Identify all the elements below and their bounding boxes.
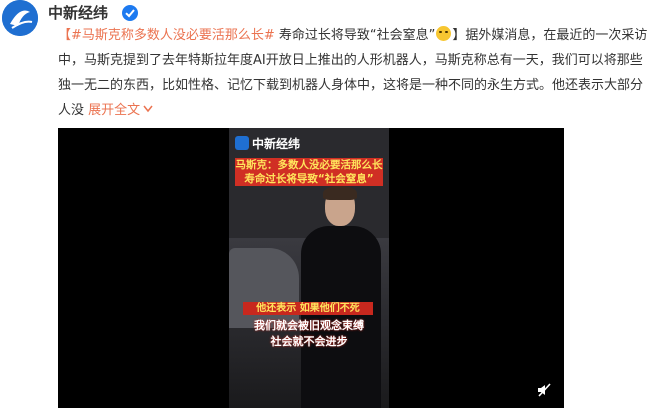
cnfinance-logo-icon [2, 0, 38, 36]
person-figure [301, 186, 381, 408]
post-text: 【#马斯克称多数人没必要活那么长# 寿命过长将导致“社会窒息” 】据外媒消息，在最… [58, 23, 648, 123]
chevron-down-icon [143, 105, 153, 113]
video-player[interactable]: 中新经纬 马斯克：多数人没必要活那么长 寿命过长将导致“社会窒息” 他还表示 如… [58, 128, 564, 408]
expand-label: 展开全文 [88, 103, 141, 118]
video-caption: 马斯克：多数人没必要活那么长 寿命过长将导致“社会窒息” [235, 158, 383, 186]
person-body [301, 226, 381, 408]
account-name[interactable]: 中新经纬 [48, 3, 108, 23]
avatar[interactable] [2, 0, 38, 36]
subtitle-2: 我们就会被旧观念束缚 [254, 319, 364, 332]
expand-full-text-link[interactable]: 展开全文 [88, 103, 153, 118]
post-text-part1: 寿命过长将导致“社会窒息” [274, 28, 436, 43]
verified-check-icon [122, 5, 138, 21]
video-logo: 中新经纬 [235, 134, 300, 152]
caption-line1: 马斯克：多数人没必要活那么长 [235, 158, 383, 172]
car-shape [229, 248, 299, 328]
hashtag-link[interactable]: 【#马斯克称多数人没必要活那么长# [58, 28, 275, 43]
grimace-emoji-icon [436, 26, 452, 41]
video-logo-text: 中新经纬 [252, 136, 301, 151]
mute-icon[interactable] [536, 382, 552, 398]
video-frame: 中新经纬 马斯克：多数人没必要活那么长 寿命过长将导致“社会窒息” 他还表示 如… [229, 128, 389, 408]
cnfinance-logo-mark-icon [235, 136, 249, 150]
person-hair [323, 186, 357, 200]
subtitle-1: 他还表示 如果他们不死 [243, 302, 373, 315]
subtitle-3: 社会就不会进步 [270, 335, 348, 348]
caption-line2: 寿命过长将导致“社会窒息” [235, 172, 383, 186]
